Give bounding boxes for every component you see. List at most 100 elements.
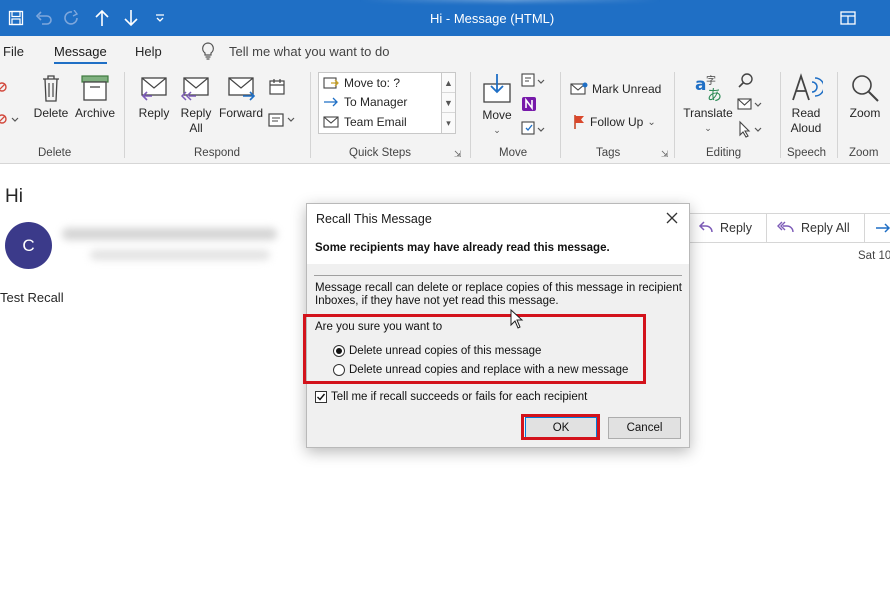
dialog-title: Recall This Message — [316, 212, 432, 226]
close-icon[interactable] — [663, 209, 681, 227]
quick-step-team-email-label: Team Email — [344, 115, 407, 129]
ribbon-display-options-icon[interactable] — [838, 8, 858, 28]
notify-recall-result[interactable]: Tell me if recall succeeds or fails for … — [315, 391, 587, 403]
translate-label: Translate — [683, 106, 733, 120]
zoom-button[interactable]: Zoom — [843, 72, 887, 121]
meeting-icon[interactable] — [266, 78, 288, 98]
group-separator — [674, 72, 675, 158]
tags-group-label: Tags — [596, 147, 621, 159]
group-separator — [470, 72, 471, 158]
forward-button[interactable]: Forward — [218, 74, 264, 121]
ribbon: Delete Archive Delete Reply Reply All Fo… — [0, 66, 890, 164]
forward-action-button[interactable] — [864, 213, 890, 243]
related-icon[interactable] — [736, 96, 766, 114]
dialog-title-bar: Recall This Message — [307, 204, 689, 234]
highlight-options-box — [303, 314, 646, 384]
message-date: Sat 10/ — [858, 250, 890, 262]
tab-help[interactable]: Help — [135, 44, 162, 59]
rules-icon[interactable] — [519, 72, 549, 92]
reply-button[interactable]: Reply — [134, 74, 174, 121]
archive-button[interactable]: Archive — [73, 72, 117, 121]
quick-step-move-to-label: Move to: ? — [344, 76, 401, 90]
select-icon[interactable] — [736, 120, 766, 140]
blurred-account-text — [360, 0, 660, 2]
undo-icon[interactable] — [34, 8, 54, 28]
reply-all-label-2: All — [189, 121, 203, 135]
forward-label: Forward — [218, 106, 263, 120]
tags-launcher-icon[interactable]: ⇲ — [661, 149, 669, 160]
expand-gallery-icon[interactable]: ▾ — [442, 113, 455, 133]
quick-step-to-manager[interactable]: To Manager — [323, 95, 407, 109]
ignore-icon[interactable] — [0, 78, 14, 98]
mark-unread-button[interactable]: Mark Unread — [570, 82, 661, 96]
blurred-recipient — [90, 250, 270, 260]
reply-all-button[interactable]: Reply All — [176, 74, 216, 136]
message-actions: Reply Reply All — [688, 213, 890, 243]
move-label: Move — [482, 108, 512, 122]
delete-label: Delete — [33, 106, 69, 120]
zoom-label: Zoom — [849, 106, 881, 120]
quick-steps-launcher-icon[interactable]: ⇲ — [454, 149, 462, 160]
svg-text:字: 字 — [706, 74, 716, 87]
chevron-down-icon[interactable]: ▼ — [442, 93, 455, 113]
actions-icon[interactable] — [519, 120, 549, 140]
lightbulb-icon — [200, 42, 216, 60]
quick-step-move-to[interactable]: Move to: ? — [323, 76, 400, 90]
group-separator — [560, 72, 561, 158]
ribbon-tabs: File Message Help Tell me what you want … — [0, 36, 890, 66]
move-button[interactable]: Move ⌄ — [478, 72, 516, 138]
tab-file[interactable]: File — [3, 44, 24, 59]
notify-checkbox[interactable] — [315, 391, 327, 403]
divider — [314, 275, 682, 276]
check-icon — [317, 393, 326, 401]
find-icon[interactable] — [736, 72, 756, 92]
junk-icon[interactable] — [0, 110, 22, 130]
read-aloud-label-2: Aloud — [790, 121, 822, 135]
blurred-sender — [62, 228, 277, 240]
follow-up-button[interactable]: Follow Up ⌄ — [572, 114, 656, 130]
window-title: Hi - Message (HTML) — [430, 11, 555, 26]
translate-button[interactable]: aあ字 Translate ⌄ — [682, 72, 734, 136]
group-separator — [837, 72, 838, 158]
cancel-button[interactable]: Cancel — [608, 417, 681, 439]
reply-all-action-label: Reply All — [800, 221, 850, 235]
reply-all-action-button[interactable]: Reply All — [766, 213, 865, 243]
save-icon[interactable] — [6, 8, 26, 28]
quick-steps-scroll[interactable]: ▲ ▼ ▾ — [441, 73, 455, 133]
onenote-icon[interactable] — [519, 96, 539, 114]
move-dropdown-icon: ⌄ — [493, 125, 501, 135]
follow-up-label: Follow Up — [590, 115, 644, 129]
reply-action-button[interactable]: Reply — [688, 213, 767, 243]
delete-button[interactable]: Delete — [32, 72, 70, 121]
read-aloud-button[interactable]: Read Aloud — [783, 72, 829, 136]
customize-quick-access-icon[interactable] — [150, 8, 170, 28]
avatar-initial: C — [22, 235, 35, 255]
redo-icon[interactable] — [62, 8, 82, 28]
read-aloud-label-1: Read — [791, 106, 821, 120]
archive-label: Archive — [74, 106, 115, 120]
tab-message[interactable]: Message — [54, 44, 107, 64]
delete-group-label: Delete — [38, 147, 72, 159]
mark-unread-label: Mark Unread — [592, 82, 662, 96]
svg-text:あ: あ — [707, 86, 722, 104]
quick-steps-group-label: Quick Steps — [349, 147, 411, 159]
next-item-icon[interactable] — [121, 8, 141, 28]
quick-step-team-email[interactable]: Team Email — [323, 115, 407, 129]
group-separator — [780, 72, 781, 158]
previous-item-icon[interactable] — [92, 8, 112, 28]
reply-all-label-1: Reply — [180, 106, 212, 120]
tell-me-search[interactable]: Tell me what you want to do — [229, 44, 389, 59]
mouse-cursor-icon — [510, 308, 524, 329]
more-respond-icon[interactable] — [266, 112, 300, 130]
notify-label: Tell me if recall succeeds or fails for … — [331, 391, 588, 403]
quick-steps-gallery[interactable]: Move to: ? To Manager Team Email ▲ ▼ ▾ — [318, 72, 456, 134]
dialog-warning: Some recipients may have already read th… — [315, 242, 610, 254]
dialog-description: Message recall can delete or replace cop… — [315, 282, 682, 307]
reply-icon — [698, 221, 713, 233]
move-group-label: Move — [499, 147, 528, 159]
message-body: Test Recall — [0, 290, 64, 305]
group-separator — [310, 72, 311, 158]
forward-arrow-icon — [875, 223, 890, 233]
message-subject: Hi — [5, 186, 23, 207]
chevron-up-icon[interactable]: ▲ — [442, 73, 455, 93]
